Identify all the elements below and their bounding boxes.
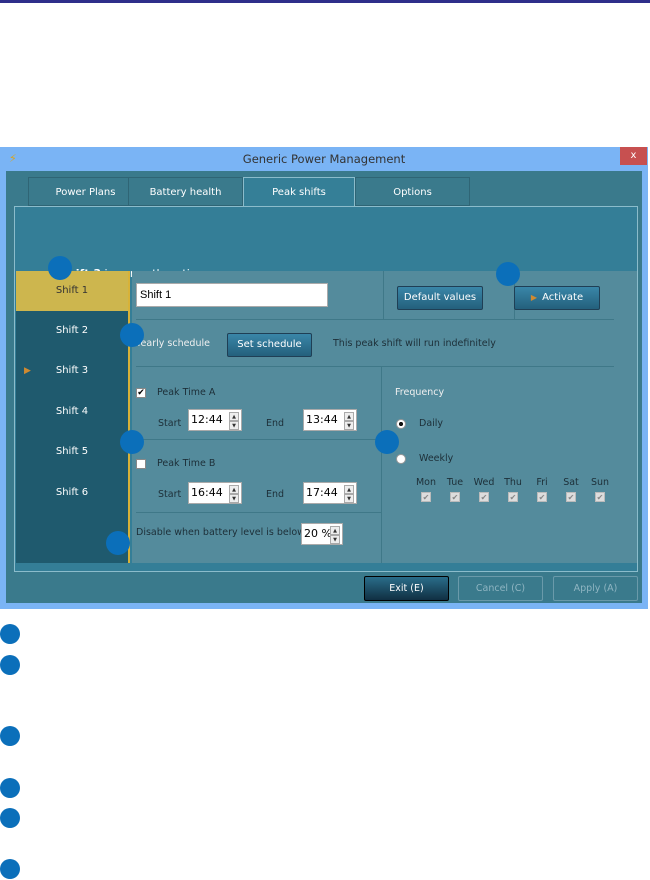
shift-item-5[interactable]: Shift 5 [16, 432, 128, 472]
divider [136, 319, 614, 320]
tab-peak-shifts[interactable]: Peak shifts [243, 177, 355, 206]
weekday-label: Thu [504, 477, 522, 488]
weekday-checkbox[interactable]: ✔ [450, 492, 460, 502]
callout-marker [48, 256, 72, 280]
activate-button[interactable]: ▶ Activate [514, 286, 600, 310]
divider [136, 366, 614, 367]
exit-button[interactable]: Exit (E) [364, 576, 449, 601]
peak-a-label: Peak Time A [157, 387, 216, 398]
daily-radio[interactable] [396, 419, 406, 429]
daily-label: Daily [419, 418, 444, 429]
callout-marker [106, 531, 130, 555]
weekday-fri: Fri ✔ [530, 477, 554, 502]
legend-marker [0, 655, 20, 675]
weekday-tue: Tue ✔ [443, 477, 467, 502]
close-icon: x [630, 150, 637, 161]
window-title: Generic Power Management [242, 152, 406, 166]
page-top-rule [0, 0, 650, 3]
weekday-label: Fri [536, 477, 548, 488]
weekly-label: Weekly [419, 453, 454, 464]
schedule-note: This peak shift will run indefinitely [333, 338, 496, 349]
weekday-label: Tue [446, 477, 464, 488]
weekday-wed: Wed ✔ [472, 477, 496, 502]
divider [381, 367, 382, 563]
power-management-window: Generic Power Management ⚡ x Power Plans… [0, 147, 648, 609]
legend-marker [0, 808, 20, 828]
peak-a-end-stepper[interactable]: 13:44 ▲ ▼ [303, 409, 357, 431]
end-label: End [266, 418, 285, 429]
legend-marker [0, 726, 20, 746]
weekday-checkbox[interactable]: ✔ [508, 492, 518, 502]
shift-item-2[interactable]: Shift 2 [16, 311, 128, 351]
weekday-checkbox[interactable]: ✔ [537, 492, 547, 502]
tab-label: Options [393, 187, 432, 198]
weekday-label: Wed [473, 477, 495, 488]
divider [383, 271, 384, 319]
app-icon: ⚡ [9, 152, 17, 165]
peak-b-start-stepper[interactable]: 16:44 ▲ ▼ [188, 482, 242, 504]
divider [136, 512, 381, 513]
weekday-sat: Sat ✔ [559, 477, 583, 502]
callout-marker [120, 430, 144, 454]
weekday-mon: Mon ✔ [414, 477, 438, 502]
default-values-button[interactable]: Default values [397, 286, 483, 310]
tab-label: Battery health [149, 187, 222, 198]
frequency-label: Frequency [395, 387, 445, 398]
legend-marker [0, 624, 20, 644]
callout-marker [375, 430, 399, 454]
shift-list: Shift 1 Shift 2 Shift 3 ▶ Shift 4 Shift … [16, 271, 130, 563]
legend-marker [0, 778, 20, 798]
tab-options[interactable]: Options [355, 177, 470, 206]
play-icon: ▶ [530, 293, 543, 302]
peak-a-checkbox[interactable]: ✔ [136, 388, 146, 398]
weekday-sun: Sun ✔ [588, 477, 612, 502]
tab-power-plans[interactable]: Power Plans [28, 177, 143, 206]
legend-marker [0, 859, 20, 879]
shift-editor: Default values ▶ Activate Yearly schedul… [132, 271, 637, 563]
shift-item-6[interactable]: Shift 6 [16, 473, 128, 513]
end-label: End [266, 489, 285, 500]
weekday-label: Sat [563, 477, 579, 488]
shift-name-input[interactable] [136, 283, 328, 307]
shift-item-3[interactable]: Shift 3 [16, 351, 128, 391]
title-bar: Generic Power Management [0, 147, 648, 171]
cancel-button[interactable]: Cancel (C) [458, 576, 543, 601]
tab-label: Power Plans [55, 187, 116, 198]
peak-b-label: Peak Time B [157, 458, 216, 469]
apply-button[interactable]: Apply (A) [553, 576, 638, 601]
weekly-radio[interactable] [396, 454, 406, 464]
battery-threshold-label: Disable when battery level is below [136, 527, 305, 538]
weekday-label: Sun [590, 477, 610, 488]
tab-battery-health[interactable]: Battery health [128, 177, 243, 206]
shift-item-4[interactable]: Shift 4 [16, 392, 128, 432]
shift-item-1[interactable]: Shift 1 [16, 271, 128, 311]
weekday-thu: Thu ✔ [501, 477, 525, 502]
divider [136, 439, 381, 440]
battery-threshold-stepper[interactable]: 20 % ▲ ▼ [301, 523, 343, 545]
tab-label: Peak shifts [272, 187, 326, 198]
weekday-checkbox[interactable]: ✔ [566, 492, 576, 502]
peak-shifts-panel: Shift 3 is currently active. Shift 1 Shi… [14, 206, 638, 572]
peak-a-start-stepper[interactable]: 12:44 ▲ ▼ [188, 409, 242, 431]
peak-b-checkbox[interactable] [136, 459, 146, 469]
yearly-schedule-label: Yearly schedule [136, 338, 210, 349]
active-arrow-icon: ▶ [24, 366, 31, 376]
close-button[interactable]: x [620, 147, 647, 165]
start-label: Start [158, 418, 182, 429]
callout-marker [496, 262, 520, 286]
start-label: Start [158, 489, 182, 500]
weekday-checkbox[interactable]: ✔ [479, 492, 489, 502]
set-schedule-button[interactable]: Set schedule [227, 333, 312, 357]
callout-marker [120, 323, 144, 347]
weekday-checkbox[interactable]: ✔ [421, 492, 431, 502]
window-body: Power Plans Battery health Peak shifts O… [6, 171, 642, 603]
peak-b-end-stepper[interactable]: 17:44 ▲ ▼ [303, 482, 357, 504]
weekday-checkbox[interactable]: ✔ [595, 492, 605, 502]
weekday-label: Mon [415, 477, 437, 488]
